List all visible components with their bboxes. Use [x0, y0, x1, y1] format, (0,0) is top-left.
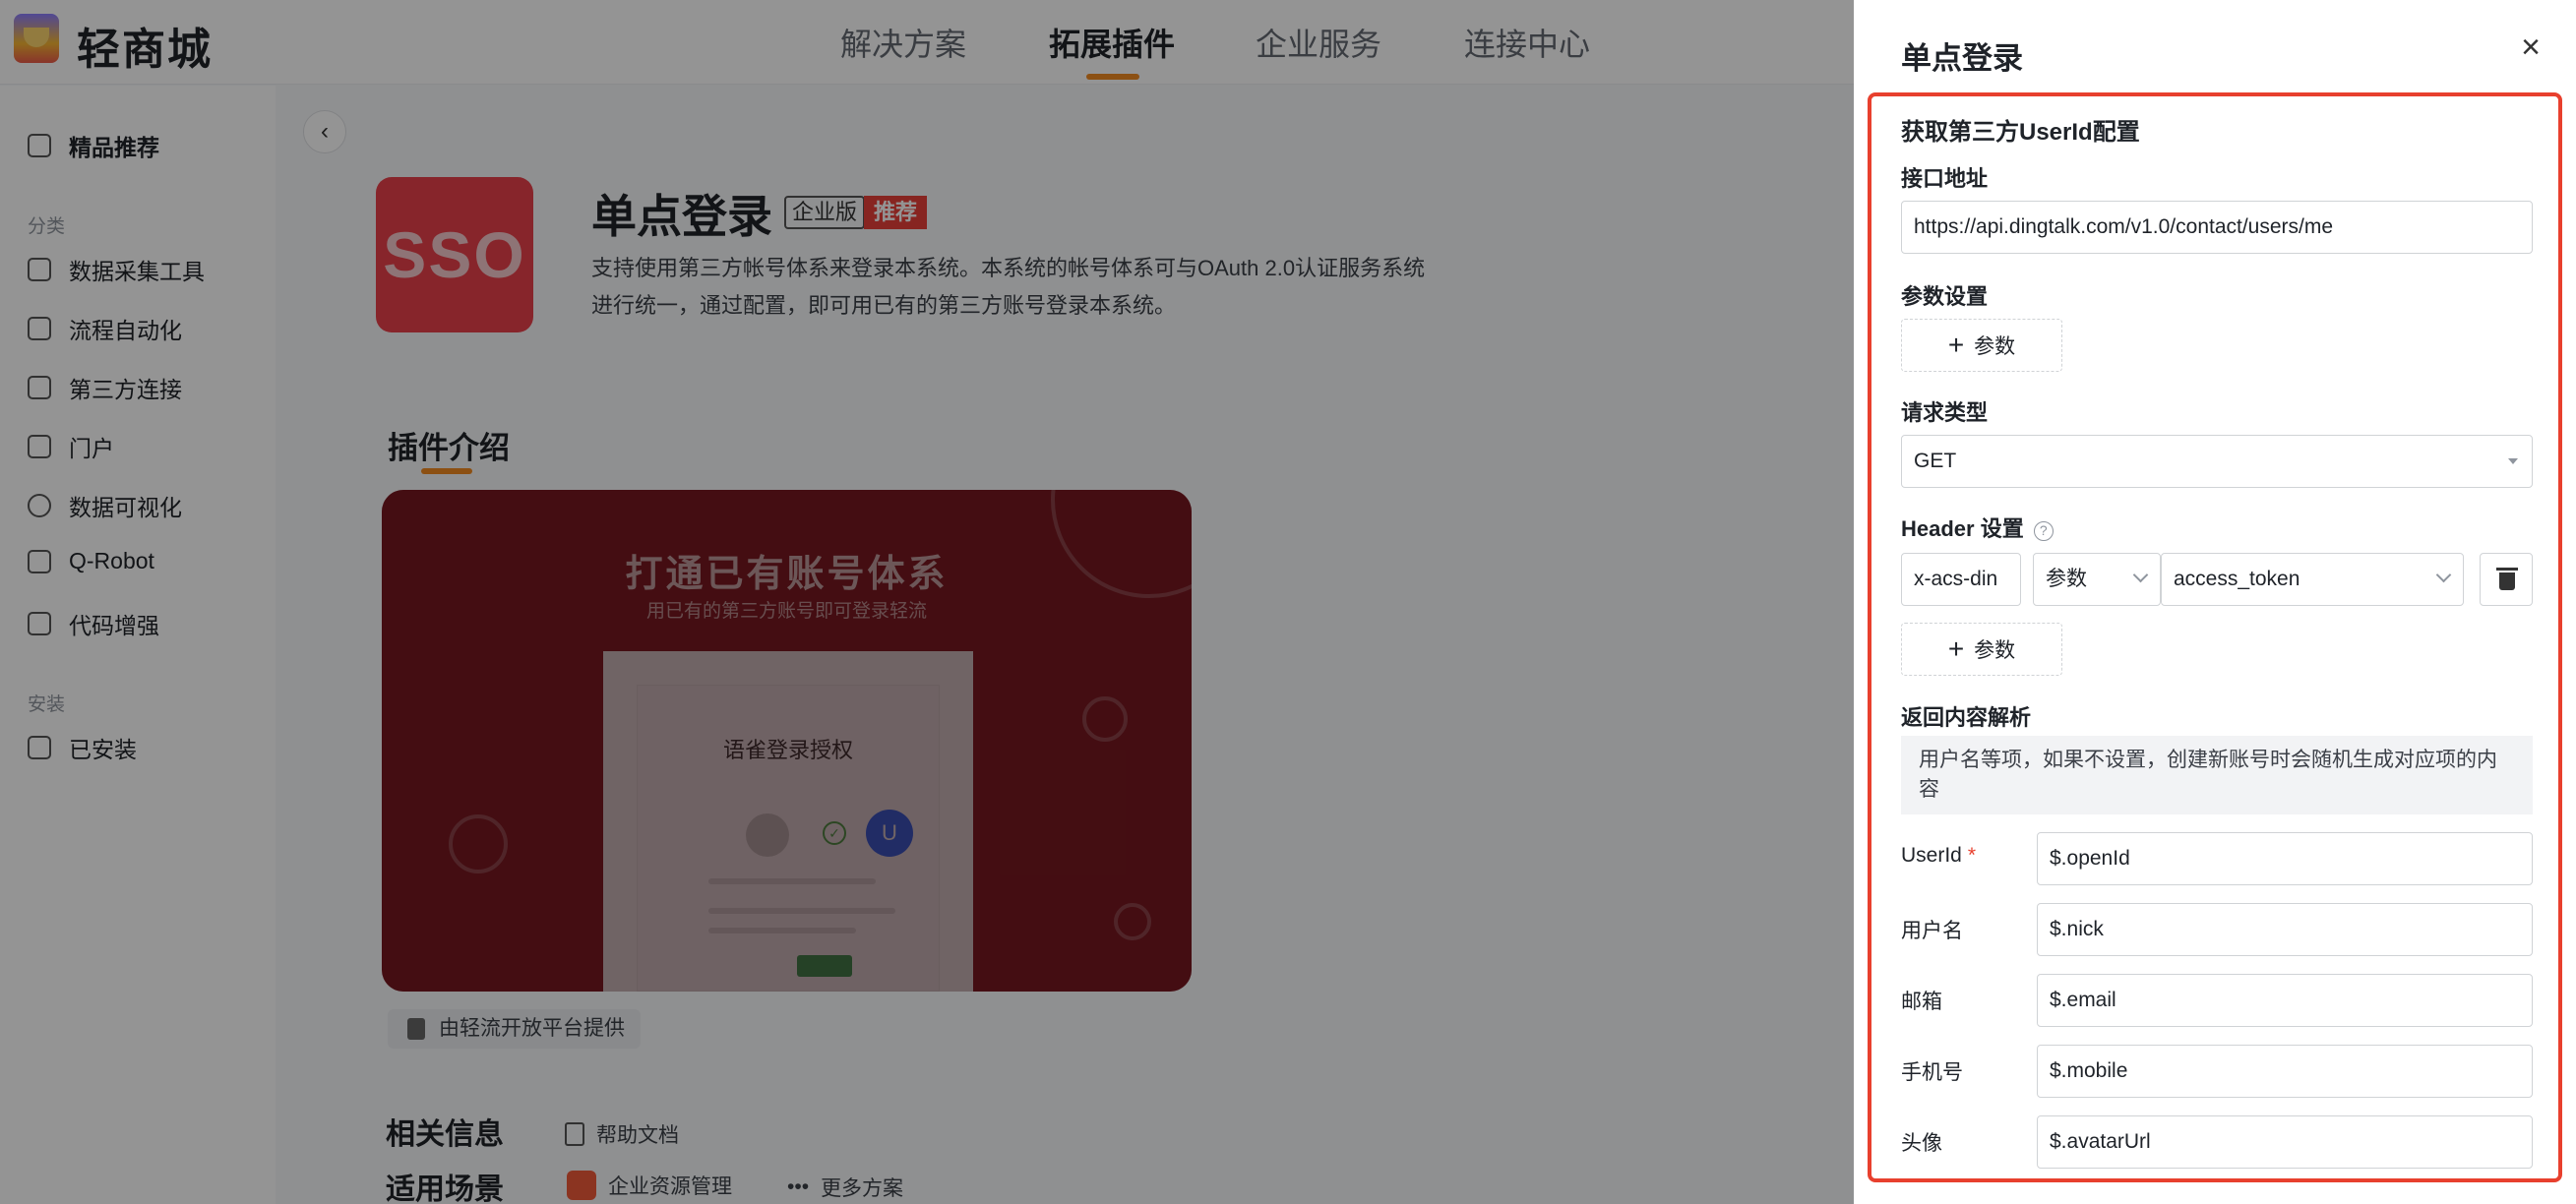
plus-icon: +: [1947, 330, 1965, 360]
plus-icon: +: [1947, 633, 1965, 664]
method-label: 请求类型: [1901, 400, 1989, 425]
header-type-value: 参数: [2046, 568, 2087, 590]
userid-label-text: UserId: [1901, 844, 1962, 867]
header-key-input[interactable]: x-acs-din: [1901, 553, 2021, 606]
header-value: access_token: [2174, 568, 2300, 590]
email-input[interactable]: $.email: [2037, 974, 2533, 1027]
mobile-label: 手机号: [1901, 1061, 1963, 1084]
parse-label: 返回内容解析: [1901, 705, 2032, 730]
avatar-input[interactable]: $.avatarUrl: [2037, 1115, 2533, 1169]
add-param-label: 参数: [1974, 639, 2016, 662]
api-url-label: 接口地址: [1901, 166, 1989, 191]
api-url-input[interactable]: https://api.dingtalk.com/v1.0/contact/us…: [1901, 201, 2533, 254]
mobile-input[interactable]: $.mobile: [2037, 1045, 2533, 1098]
params-label: 参数设置: [1901, 284, 1989, 309]
modal-overlay[interactable]: [0, 0, 1854, 1204]
required-mark: *: [1967, 844, 1977, 867]
username-label: 用户名: [1901, 920, 1963, 942]
help-icon[interactable]: ?: [2033, 521, 2054, 541]
email-label: 邮箱: [1901, 991, 1942, 1013]
caret-down-icon: [2508, 458, 2518, 464]
close-icon[interactable]: ×: [2511, 28, 2550, 67]
drawer-title: 单点登录: [1901, 41, 2023, 76]
add-param-label: 参数: [1974, 335, 2016, 358]
add-param-button[interactable]: + 参数: [1901, 319, 2062, 372]
section-heading: 获取第三方UserId配置: [1901, 119, 2140, 146]
trash-icon: [2496, 568, 2518, 590]
header-label: Header 设置?: [1901, 512, 2054, 543]
chevron-down-icon: [2435, 567, 2452, 583]
header-label-text: Header 设置: [1901, 516, 2024, 541]
add-header-param-button[interactable]: + 参数: [1901, 623, 2062, 676]
userid-label: UserId *: [1901, 844, 1976, 868]
parse-note: 用户名等项，如果不设置，创建新账号时会随机生成对应项的内容: [1901, 736, 2533, 814]
avatar-label: 头像: [1901, 1132, 1942, 1155]
delete-header-button[interactable]: [2480, 553, 2533, 606]
method-value: GET: [1914, 450, 1957, 472]
sso-config-drawer: 单点登录 × 获取第三方UserId配置 接口地址 https://api.di…: [1854, 0, 2576, 1204]
chevron-down-icon: [2132, 567, 2149, 583]
header-value-select[interactable]: access_token: [2161, 553, 2464, 606]
userid-input[interactable]: $.openId: [2037, 832, 2533, 885]
username-input[interactable]: $.nick: [2037, 903, 2533, 956]
method-select[interactable]: GET: [1901, 435, 2533, 488]
header-type-select[interactable]: 参数: [2033, 553, 2161, 606]
